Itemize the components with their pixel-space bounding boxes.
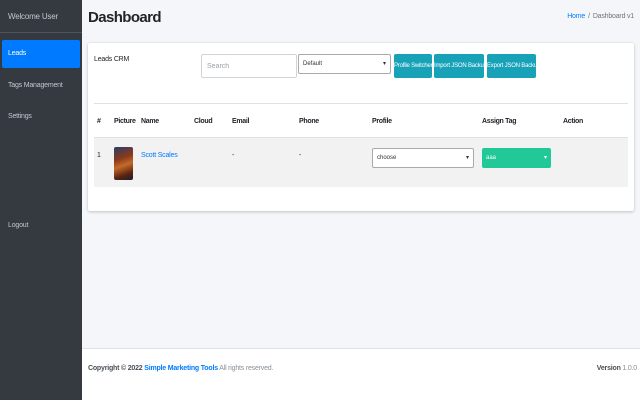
search-input[interactable] (201, 54, 297, 78)
column-header-num: # (97, 118, 101, 125)
breadcrumb-separator: / (588, 13, 590, 20)
card-title: Leads CRM (94, 56, 130, 63)
column-header-email: Email (232, 118, 250, 125)
profile-select[interactable]: Default ▾ (298, 54, 391, 74)
chevron-down-icon: ▾ (382, 61, 386, 67)
sidebar: Welcome User Leads Tags Management Setti… (0, 0, 82, 400)
leads-table: # Picture Name Cloud Email Phone Profile… (94, 103, 628, 187)
column-header-assign-tag: Assign Tag (482, 118, 517, 125)
assign-tag-value: aaa (486, 155, 497, 161)
column-header-phone: Phone (299, 118, 319, 125)
profile-switcher-button[interactable]: Profile Switcher (394, 54, 433, 78)
leads-card: Leads CRM Default ▾ Profile Switcher Imp… (88, 43, 634, 211)
version-number: 1.0.0 (622, 365, 637, 372)
column-header-cloud: Cloud (194, 118, 213, 125)
column-header-picture: Picture (114, 118, 136, 125)
column-header-profile: Profile (372, 118, 392, 125)
import-json-button[interactable]: Import JSON Backup (434, 54, 487, 78)
lead-phone: - (299, 152, 302, 159)
table-row: 1 Scott Scales - - choose ▾ aaa ▾ (94, 137, 628, 187)
breadcrumb: Home / Dashboard v1 (567, 13, 634, 20)
sidebar-item-settings[interactable]: Settings (2, 103, 80, 131)
page-title: Dashboard (88, 9, 162, 26)
profile-select-value: Default (303, 61, 323, 67)
footer: Copyright © 2022 Simple Marketing Tools … (82, 348, 640, 400)
footer-version: Version 1.0.0 (597, 365, 637, 372)
sidebar-item-logout[interactable]: Logout (2, 212, 80, 240)
copyright-prefix: Copyright © 2022 (88, 365, 143, 372)
sidebar-item-leads[interactable]: Leads (2, 40, 80, 68)
lead-email: - (232, 152, 235, 159)
profile-choose-select[interactable]: choose ▾ (372, 148, 474, 168)
chevron-down-icon: ▾ (543, 155, 547, 161)
column-header-action: Action (563, 118, 583, 125)
row-number: 1 (97, 152, 101, 159)
lead-name-link[interactable]: Scott Scales (141, 152, 178, 159)
brand-link[interactable]: Simple Marketing Tools (144, 365, 218, 372)
export-json-button[interactable]: Export JSON Backup (487, 54, 540, 78)
breadcrumb-current: Dashboard v1 (592, 13, 634, 20)
profile-choose-value: choose (377, 155, 397, 161)
sidebar-item-tags-management[interactable]: Tags Management (2, 72, 80, 100)
avatar (114, 147, 133, 180)
welcome-user: Welcome User (0, 0, 82, 33)
main-content: Dashboard Home/Dashboard v1 Leads CRM De… (82, 0, 640, 400)
chevron-down-icon: ▾ (465, 155, 469, 161)
rights-text: All rights reserved. (219, 365, 274, 372)
version-label: Version (596, 365, 621, 372)
breadcrumb-home-link[interactable]: Home (567, 13, 585, 20)
column-header-name: Name (141, 118, 159, 125)
footer-copyright: Copyright © 2022 Simple Marketing Tools … (88, 365, 273, 372)
assign-tag-select[interactable]: aaa ▾ (482, 148, 551, 168)
